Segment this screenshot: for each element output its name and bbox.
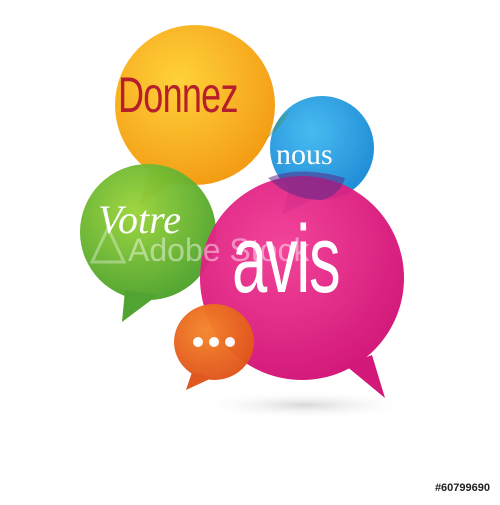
headline-word-donnez: Donnez: [118, 67, 238, 123]
stock-watermark: Adobe Stock: [128, 232, 310, 268]
headline-word-nous: nous: [276, 138, 333, 171]
orange-typing-bubble: [174, 304, 254, 390]
speech-bubbles-illustration: Donnez nous Votre avis Adobe Stock #6079…: [0, 0, 500, 500]
typing-dot-icon: [209, 337, 219, 347]
stock-image-id: #60799690: [434, 482, 490, 494]
typing-dot-icon: [225, 337, 235, 347]
typing-dot-icon: [193, 337, 203, 347]
